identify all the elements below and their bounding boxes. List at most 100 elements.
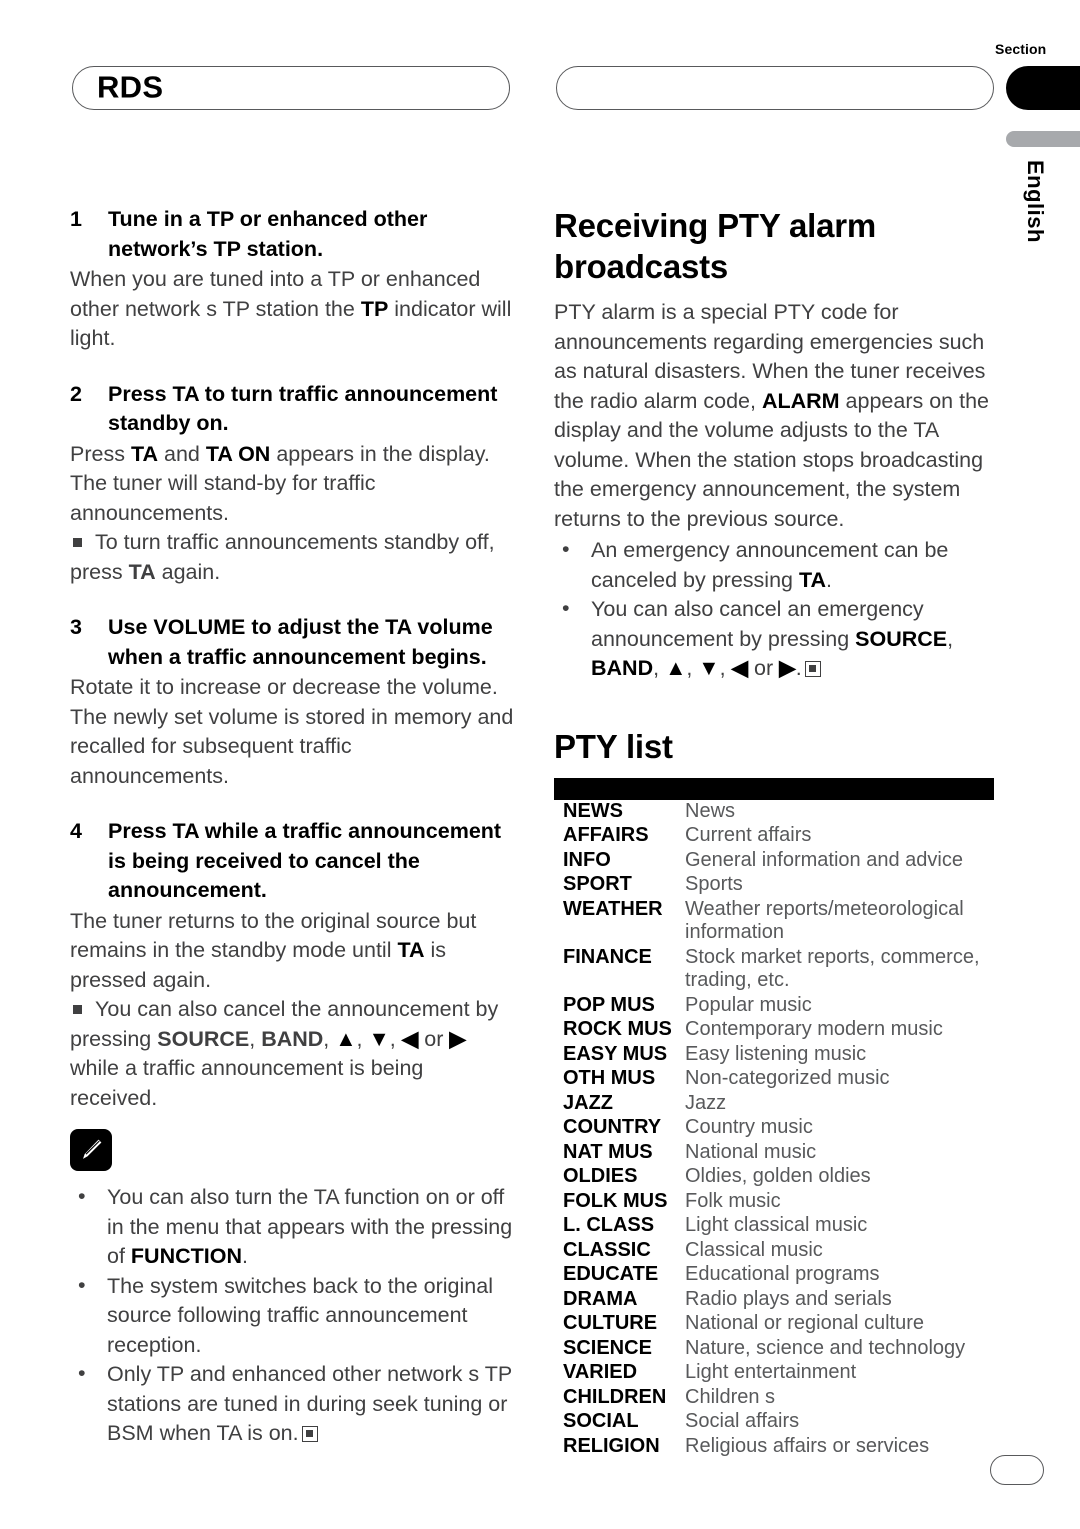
step-number: 1 bbox=[70, 207, 82, 231]
step-body: When you are tuned into a TP or enhanced… bbox=[70, 267, 512, 350]
pty-code-cell: SCIENCE bbox=[563, 1336, 652, 1359]
table-row: VARIED Light entertainment bbox=[554, 1361, 994, 1386]
pty-description-cell: Oldies, golden oldies bbox=[685, 1165, 871, 1187]
bullet-item: An emergency announcement can be cancele… bbox=[554, 535, 998, 595]
table-row: CULTURE National or regional culture bbox=[554, 1312, 994, 1337]
pty-code-cell: POP MUS bbox=[563, 993, 655, 1016]
table-row: DRAMA Radio plays and serials bbox=[554, 1288, 994, 1313]
page-title: RDS bbox=[97, 69, 164, 105]
pty-description-cell: Religious affairs or services bbox=[685, 1434, 930, 1457]
table-row: POP MUS Popular music bbox=[554, 994, 994, 1019]
pty-description-cell: National or regional culture bbox=[685, 1312, 925, 1334]
pty-code-cell: CLASSIC bbox=[563, 1238, 651, 1261]
pty-code-cell: VARIED bbox=[563, 1361, 638, 1383]
pty-code-cell: SOCIAL bbox=[563, 1410, 639, 1432]
step-number: 3 bbox=[70, 615, 82, 639]
table-header-cell bbox=[554, 777, 685, 800]
right-column: Receiving PTY alarm broadcasts PTY alarm… bbox=[554, 205, 998, 1459]
step-heading: 4 Press TA while a traffic announcement i… bbox=[70, 817, 514, 906]
step-number: 4 bbox=[70, 819, 82, 843]
table-row: OTH MUS Non-categorized music bbox=[554, 1067, 994, 1092]
pty-description-cell: Radio plays and serials bbox=[685, 1287, 892, 1310]
page-number-badge bbox=[990, 1455, 1044, 1485]
manual-page: Section English RDS 1 Tune in a TP or enh… bbox=[0, 0, 1080, 1529]
pty-list-heading: PTY list bbox=[554, 727, 673, 765]
square-bullet-icon bbox=[73, 538, 82, 547]
table-row: EASY MUS Easy listening music bbox=[554, 1043, 994, 1068]
pty-description-cell: Educational programs bbox=[685, 1263, 880, 1285]
table-row: FOLK MUS Folk music bbox=[554, 1190, 994, 1215]
square-bullet-icon bbox=[73, 1005, 82, 1014]
pty-description-cell: Light classical music bbox=[685, 1214, 868, 1236]
table-row: OLDIES Oldies, golden oldies bbox=[554, 1165, 994, 1190]
table-row: NAT MUS National music bbox=[554, 1141, 994, 1166]
table-row: RELIGION Religious affairs or services bbox=[554, 1435, 994, 1460]
pty-code-cell: SPORT bbox=[563, 873, 632, 895]
pty-code-cell: L. CLASS bbox=[563, 1214, 655, 1236]
step-2: 2 Press TA to turn traffic announcement s… bbox=[70, 380, 514, 588]
step-4: 4 Press TA while a traffic announcement i… bbox=[70, 817, 514, 1113]
pty-code-cell: COUNTRY bbox=[563, 1116, 662, 1138]
pty-description-cell: National music bbox=[685, 1140, 817, 1163]
pty-description-cell: Easy listening music bbox=[685, 1042, 867, 1065]
section-tab bbox=[1006, 66, 1080, 110]
pty-description-cell: Social affairs bbox=[685, 1410, 800, 1432]
left-header-pill: RDS bbox=[72, 66, 510, 110]
bullet-list: An emergency announcement can be cancele… bbox=[554, 535, 998, 684]
pty-description-cell: Contemporary modern music bbox=[685, 1018, 943, 1040]
step-number: 2 bbox=[70, 381, 82, 406]
table-row: SCIENCE Nature, science and technology bbox=[554, 1337, 994, 1362]
pty-code-cell: EDUCATE bbox=[563, 1263, 659, 1285]
intro-paragraph: PTY alarm is a special PTY code for anno… bbox=[554, 300, 989, 531]
step-title: Tune in a TP or enhanced other network’s… bbox=[108, 207, 428, 261]
pty-code-cell: OTH MUS bbox=[563, 1067, 656, 1089]
pty-description-cell: Children s bbox=[685, 1385, 776, 1408]
pty-code-cell: RELIGION bbox=[563, 1434, 660, 1457]
pty-description-cell: Popular music bbox=[685, 993, 812, 1016]
pencil-note-icon bbox=[70, 1129, 112, 1171]
step-note: You can also cancel the announcement by … bbox=[70, 997, 499, 1110]
table-header-bar bbox=[554, 777, 994, 800]
table-row: L. CLASS Light classical music bbox=[554, 1214, 994, 1239]
step-heading: 3 Use VOLUME to adjust the TA volume when… bbox=[70, 613, 514, 672]
pty-code-cell: AFFAIRS bbox=[563, 824, 649, 846]
step-title: Press TA while a traffic announcement is… bbox=[108, 819, 502, 902]
pty-description-cell: Current affairs bbox=[685, 824, 812, 846]
table-row: JAZZ Jazz bbox=[554, 1092, 994, 1117]
table-row: EDUCATE Educational programs bbox=[554, 1263, 994, 1288]
pty-description-cell: Weather reports/meteorological informati… bbox=[685, 897, 964, 944]
pty-code-cell: INFO bbox=[563, 848, 611, 871]
pty-description-cell: Jazz bbox=[685, 1091, 727, 1114]
step-body: Rotate it to increase or decrease the vo… bbox=[70, 675, 514, 788]
note-list: You can also turn the TA function on or … bbox=[70, 1182, 514, 1449]
pty-description-cell: News bbox=[685, 799, 736, 822]
pty-code-cell: DRAMA bbox=[563, 1287, 638, 1310]
note-item: The system switches back to the original… bbox=[70, 1271, 514, 1361]
step-body: The tuner returns to the original source… bbox=[70, 908, 477, 992]
table-row: NEWS News bbox=[554, 800, 994, 825]
right-header-pill bbox=[556, 66, 994, 110]
table-row: ROCK MUS Contemporary modern music bbox=[554, 1018, 994, 1043]
table-row: FINANCE Stock market reports, commerce, t… bbox=[554, 946, 994, 994]
table-row: SPORT Sports bbox=[554, 873, 994, 898]
step-title: Press TA to turn traffic announcement st… bbox=[108, 381, 498, 436]
step-3: 3 Use VOLUME to adjust the TA volume when… bbox=[70, 613, 514, 791]
pty-description-cell: Light entertainment bbox=[685, 1361, 857, 1383]
table-row: COUNTRY Country music bbox=[554, 1116, 994, 1141]
language-label: English bbox=[1023, 160, 1048, 243]
pty-code-cell: EASY MUS bbox=[563, 1042, 668, 1065]
note-item: Only TP and enhanced other network s TP … bbox=[70, 1359, 514, 1449]
pty-code-cell: NEWS bbox=[563, 799, 623, 822]
pty-code-cell: ROCK MUS bbox=[563, 1018, 672, 1040]
pty-description-cell: Stock market reports, commerce, trading,… bbox=[685, 945, 980, 992]
pty-description-cell: Non-categorized music bbox=[685, 1067, 890, 1089]
pty-description-cell: Classical music bbox=[685, 1238, 823, 1261]
pty-description-cell: General information and advice bbox=[685, 848, 963, 871]
bullet-item: You can also cancel an emergency announc… bbox=[554, 594, 998, 684]
section-heading: Receiving PTY alarm broadcasts bbox=[554, 207, 877, 285]
table-header-cell bbox=[685, 777, 994, 800]
pty-description-cell: Sports bbox=[685, 873, 743, 895]
step-body: Press TA and TA ON appears in the displa… bbox=[70, 441, 490, 525]
pty-description-cell: Country music bbox=[685, 1116, 813, 1138]
pty-code-cell: CHILDREN bbox=[563, 1385, 667, 1408]
